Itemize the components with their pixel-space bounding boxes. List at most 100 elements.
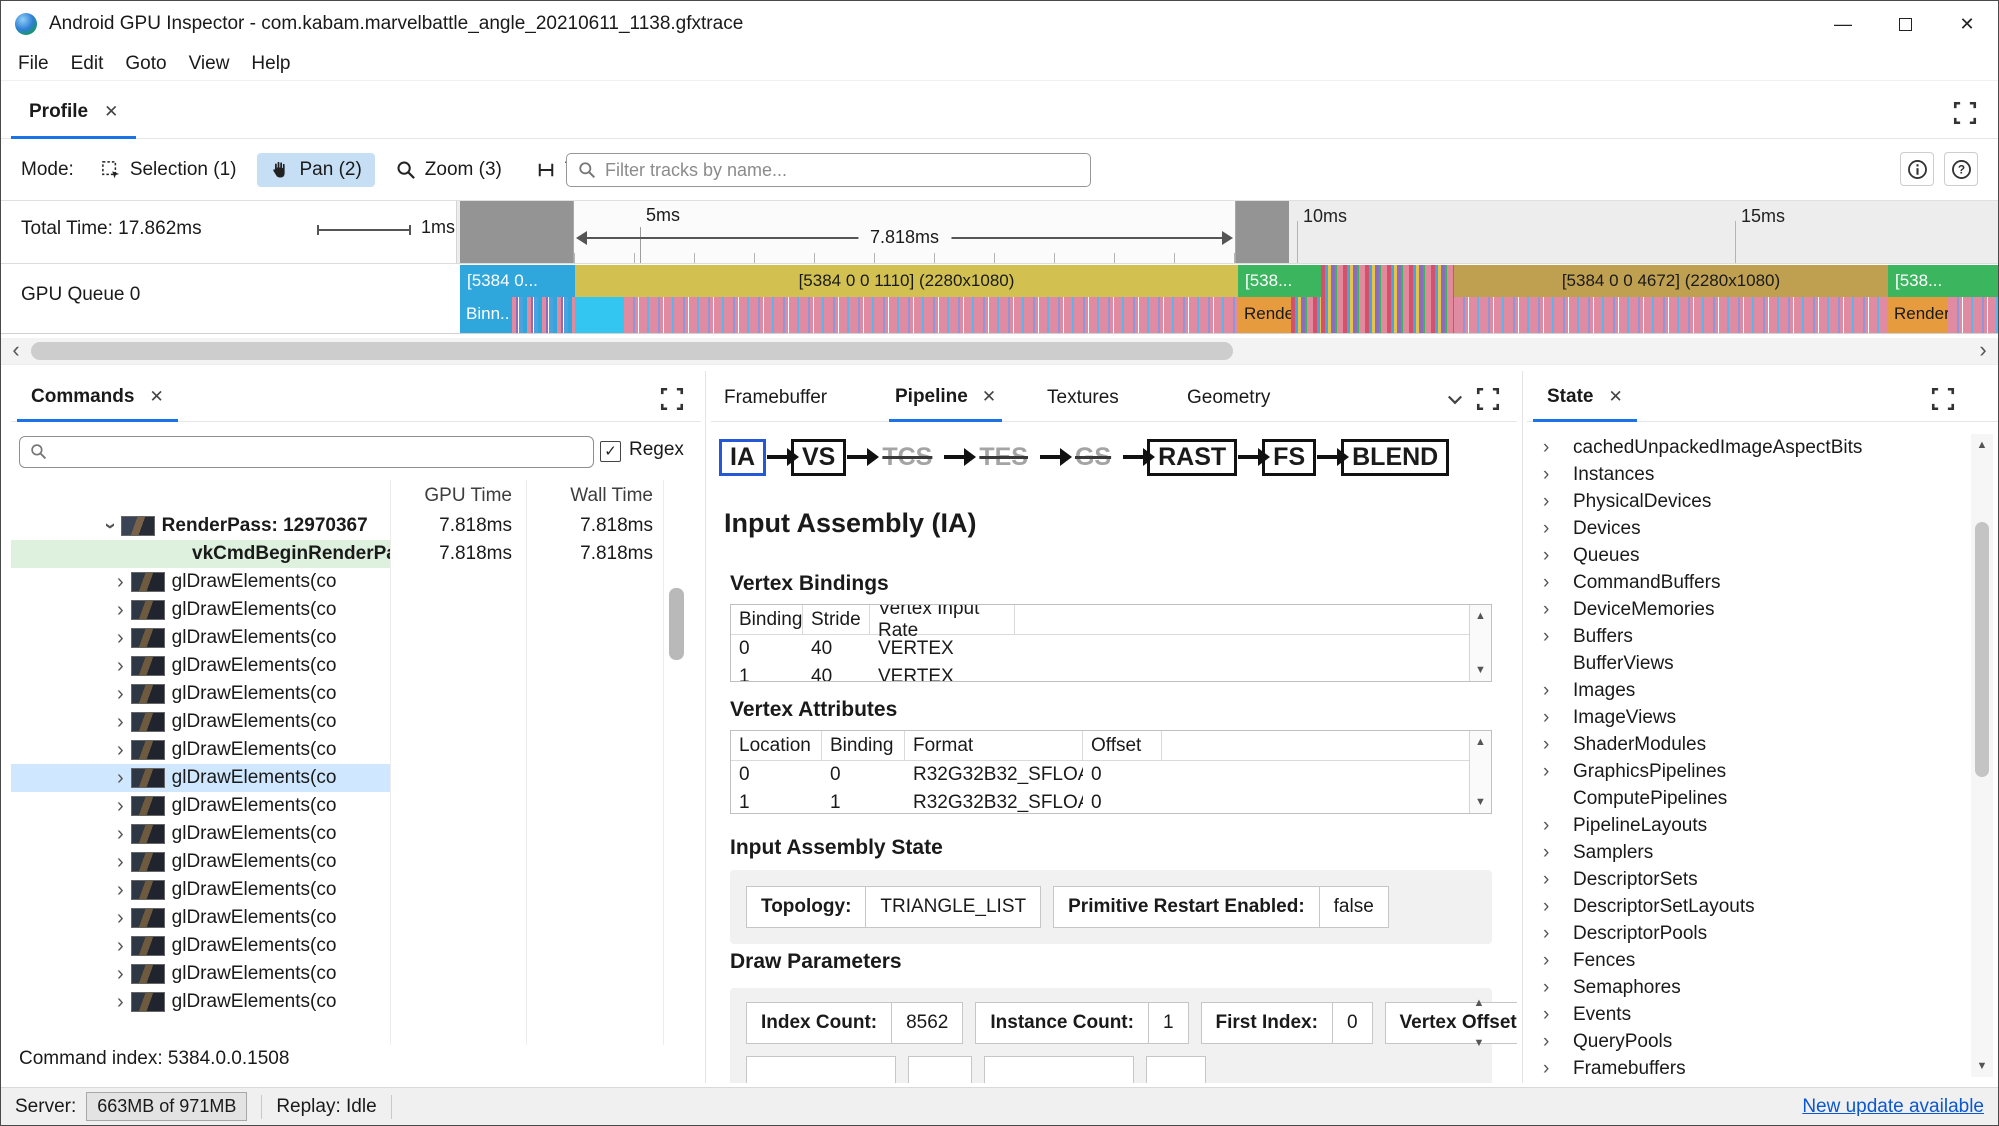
tab-geometry[interactable]: Geometry — [1187, 374, 1270, 422]
pipeline-stage-tes[interactable]: TES — [968, 439, 1039, 476]
command-row[interactable]: › glDrawElements(co — [11, 764, 663, 792]
list-item[interactable]: ›BufferViews — [1527, 650, 1970, 677]
chevron-right-icon[interactable]: › — [1543, 437, 1549, 458]
column-header[interactable]: Stride — [803, 605, 870, 634]
gpu-span-stripes[interactable] — [1321, 265, 1454, 333]
scroll-up-icon[interactable]: ▲ — [1470, 605, 1491, 627]
pipeline-stage-ia[interactable]: IA — [719, 438, 766, 476]
command-row[interactable]: › glDrawElements(co — [11, 596, 663, 624]
chevron-right-icon[interactable]: › — [117, 908, 124, 928]
chevron-right-icon[interactable]: › — [1543, 950, 1549, 971]
list-item[interactable]: › Buffers — [1527, 623, 1970, 650]
gpu-span[interactable]: [5384 0 0 4672] (2280x1080) — [1454, 265, 1888, 333]
command-row[interactable]: › glDrawElements(co — [11, 792, 663, 820]
chevron-right-icon[interactable]: › — [117, 936, 124, 956]
pipeline-stage-blend[interactable]: BLEND — [1341, 438, 1450, 476]
scroll-down-icon[interactable]: ▼ — [1468, 1032, 1490, 1054]
column-header-gpu-time[interactable]: GPU Time — [390, 480, 526, 512]
chevron-right-icon[interactable]: › — [117, 572, 124, 592]
table-row[interactable]: 1 40 VERTEX — [731, 663, 1491, 681]
chevron-right-icon[interactable]: › — [117, 656, 124, 676]
list-item[interactable]: › PhysicalDevices — [1527, 488, 1970, 515]
chevron-right-icon[interactable]: › — [117, 600, 124, 620]
chevron-right-icon[interactable]: › — [117, 628, 124, 648]
chevron-right-icon[interactable]: › — [1543, 464, 1549, 485]
scroll-up-icon[interactable]: ▲ — [1971, 434, 1993, 456]
update-link[interactable]: New update available — [1802, 1096, 1984, 1118]
column-header[interactable]: Binding — [822, 731, 905, 760]
chevron-right-icon[interactable]: › — [1543, 626, 1549, 647]
chevron-right-icon[interactable]: › — [1543, 923, 1549, 944]
chevron-right-icon[interactable]: › — [1543, 977, 1549, 998]
close-icon[interactable]: ✕ — [149, 387, 163, 407]
chevron-right-icon[interactable]: › — [1543, 1004, 1549, 1025]
column-header[interactable]: Offset — [1083, 731, 1162, 760]
chevron-right-icon[interactable]: › — [117, 740, 124, 760]
chevron-right-icon[interactable]: › — [117, 852, 124, 872]
card-scrollbar[interactable]: ▲ ▼ — [1468, 988, 1490, 1083]
column-header-wall-time[interactable]: Wall Time — [526, 480, 663, 512]
scroll-right-icon[interactable]: › — [1970, 338, 1996, 364]
command-row[interactable]: › glDrawElements(co — [11, 736, 663, 764]
chevron-right-icon[interactable]: › — [1543, 518, 1549, 539]
list-item[interactable]: › cachedUnpackedImageAspectBits — [1527, 434, 1970, 461]
table-scrollbar[interactable]: ▲ ▼ — [1469, 605, 1491, 681]
chevron-right-icon[interactable]: › — [1543, 869, 1549, 890]
scroll-up-icon[interactable]: ▲ — [1468, 992, 1490, 1014]
list-item[interactable]: › Queues — [1527, 542, 1970, 569]
chevron-right-icon[interactable]: › — [117, 684, 124, 704]
table-row[interactable]: 1 1 R32G32B32_SFLOAT 0 — [731, 789, 1491, 813]
table-scrollbar[interactable]: ▲ ▼ — [1469, 731, 1491, 813]
chevron-right-icon[interactable]: › — [1543, 572, 1549, 593]
list-item[interactable]: › Devices — [1527, 515, 1970, 542]
scroll-left-icon[interactable]: ‹ — [3, 338, 29, 364]
info-button[interactable] — [1900, 152, 1934, 186]
command-row[interactable]: › glDrawElements(co — [11, 624, 663, 652]
chevron-right-icon[interactable]: › — [1543, 707, 1549, 728]
filter-tracks-input[interactable] — [566, 153, 1091, 187]
list-item[interactable]: › Semaphores — [1527, 974, 1970, 1001]
gpu-span[interactable]: [538... Render — [1238, 265, 1321, 333]
list-item[interactable]: › DescriptorPools — [1527, 920, 1970, 947]
chevron-right-icon[interactable]: › — [117, 712, 124, 732]
scroll-up-icon[interactable]: ▲ — [1470, 731, 1491, 753]
horizontal-scrollbar[interactable]: ‹ › — [1, 338, 1998, 364]
command-row[interactable]: › glDrawElements(co — [11, 988, 663, 1016]
list-item[interactable]: › Instances — [1527, 461, 1970, 488]
list-item[interactable]: › DescriptorSetLayouts — [1527, 893, 1970, 920]
chevron-right-icon[interactable]: › — [117, 824, 124, 844]
timeline-selection[interactable]: 5ms 7.818ms — [573, 201, 1236, 263]
chevron-right-icon[interactable]: › — [117, 992, 124, 1012]
list-item[interactable]: › ImageViews — [1527, 704, 1970, 731]
regex-checkbox[interactable]: ✓ — [600, 441, 621, 462]
maximize-button[interactable] — [1874, 1, 1936, 47]
list-item[interactable]: › PipelineLayouts — [1527, 812, 1970, 839]
pipeline-stage-fs[interactable]: FS — [1262, 438, 1317, 476]
scrollbar-thumb[interactable] — [31, 342, 1233, 360]
chevron-down-icon[interactable]: › — [99, 523, 121, 530]
command-row[interactable]: › glDrawElements(co — [11, 652, 663, 680]
pipeline-stage-rast[interactable]: RAST — [1147, 438, 1238, 476]
pipeline-stage-gs[interactable]: GS — [1064, 439, 1122, 476]
chevron-right-icon[interactable]: › — [1543, 599, 1549, 620]
state-scrollbar[interactable]: ▲ ▼ — [1971, 434, 1993, 1077]
list-item[interactable]: › DeviceMemories — [1527, 596, 1970, 623]
minimize-button[interactable]: — — [1812, 1, 1874, 47]
panel-splitter[interactable] — [705, 371, 706, 1083]
gpu-span[interactable]: [5384 0 0 1110] (2280x1080) — [575, 265, 1238, 333]
tab-framebuffer[interactable]: Framebuffer — [724, 374, 827, 422]
scroll-down-icon[interactable]: ▼ — [1971, 1055, 1993, 1077]
chevron-right-icon[interactable]: › — [117, 964, 124, 984]
command-row[interactable]: › glDrawElements(co — [11, 932, 663, 960]
column-header[interactable]: Format — [905, 731, 1083, 760]
chevron-right-icon[interactable]: › — [1543, 815, 1549, 836]
chevron-right-icon[interactable]: › — [1543, 545, 1549, 566]
column-header[interactable]: Location — [731, 731, 822, 760]
chevron-right-icon[interactable]: › — [117, 768, 124, 788]
tab-commands[interactable]: Commands ✕ — [17, 374, 178, 422]
list-item[interactable]: › QueryPools — [1527, 1028, 1970, 1055]
list-item[interactable]: › Fences — [1527, 947, 1970, 974]
fullscreen-icon[interactable] — [1475, 386, 1501, 412]
mode-button-selection[interactable]: Selection (1) — [88, 153, 250, 187]
menu-item-help[interactable]: Help — [240, 53, 301, 75]
